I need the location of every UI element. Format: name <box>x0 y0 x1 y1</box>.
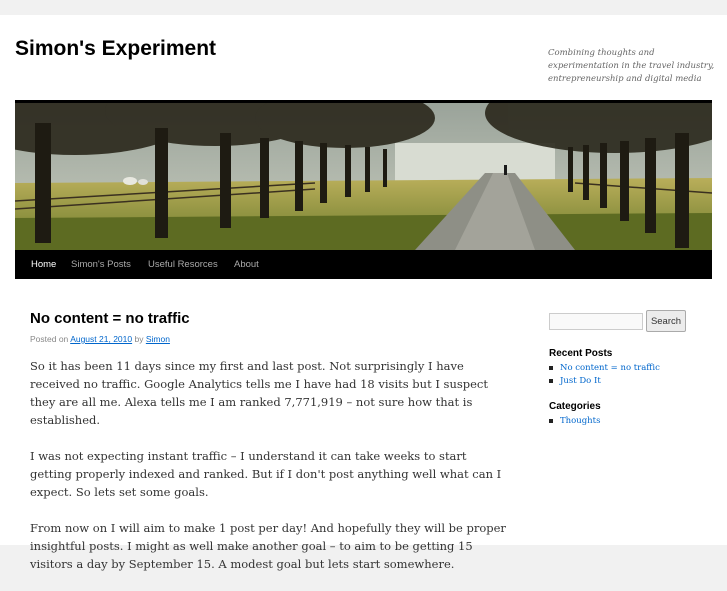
nav-item-useful-resorces[interactable]: Useful Resorces <box>148 250 218 279</box>
recent-posts-list: No content = no traffic Just Do It <box>549 362 660 388</box>
categories-list: Thoughts <box>549 415 600 428</box>
post-paragraph: From now on I will aim to make 1 post pe… <box>30 521 506 571</box>
category-link[interactable]: Thoughts <box>560 416 600 426</box>
search-input[interactable] <box>549 313 643 330</box>
post-meta: Posted on August 21, 2010 by Simon <box>30 334 170 344</box>
post-paragraph: I was not expecting instant traffic – I … <box>30 449 502 499</box>
recent-post-link[interactable]: No content = no traffic <box>560 363 660 373</box>
list-item: No content = no traffic <box>549 362 660 375</box>
site-description: Combining thoughts and experimentation i… <box>548 48 715 84</box>
post-meta-prefix: Posted on <box>30 334 69 344</box>
nav-item-simons-posts[interactable]: Simon's Posts <box>71 250 131 279</box>
page-wrapper: Simon's Experiment Combining thoughts an… <box>0 15 727 571</box>
post-date-link[interactable]: August 21, 2010 <box>70 334 132 344</box>
post-body: So it has been 11 days since my first an… <box>30 357 510 591</box>
bullet-icon <box>549 419 553 423</box>
header-image <box>15 100 712 250</box>
nav-item-home[interactable]: Home <box>31 250 56 279</box>
list-item: Just Do It <box>549 375 660 388</box>
recent-post-link[interactable]: Just Do It <box>560 376 601 386</box>
header-photo <box>15 103 712 250</box>
post-author-link[interactable]: Simon <box>146 334 170 344</box>
categories-title: Categories <box>549 401 601 412</box>
recent-posts-title: Recent Posts <box>549 348 613 359</box>
search-button[interactable]: Search <box>646 310 686 332</box>
bullet-icon <box>549 379 553 383</box>
main-navigation: Home Simon's Posts Useful Resorces About <box>15 250 712 279</box>
post-title[interactable]: No content = no traffic <box>30 310 190 327</box>
post-paragraph: So it has been 11 days since my first an… <box>30 359 488 427</box>
post-meta-by: by <box>134 334 144 344</box>
nav-item-about[interactable]: About <box>234 250 259 279</box>
site-title-link[interactable]: Simon's Experiment <box>15 37 216 61</box>
list-item: Thoughts <box>549 415 600 428</box>
bullet-icon <box>549 366 553 370</box>
